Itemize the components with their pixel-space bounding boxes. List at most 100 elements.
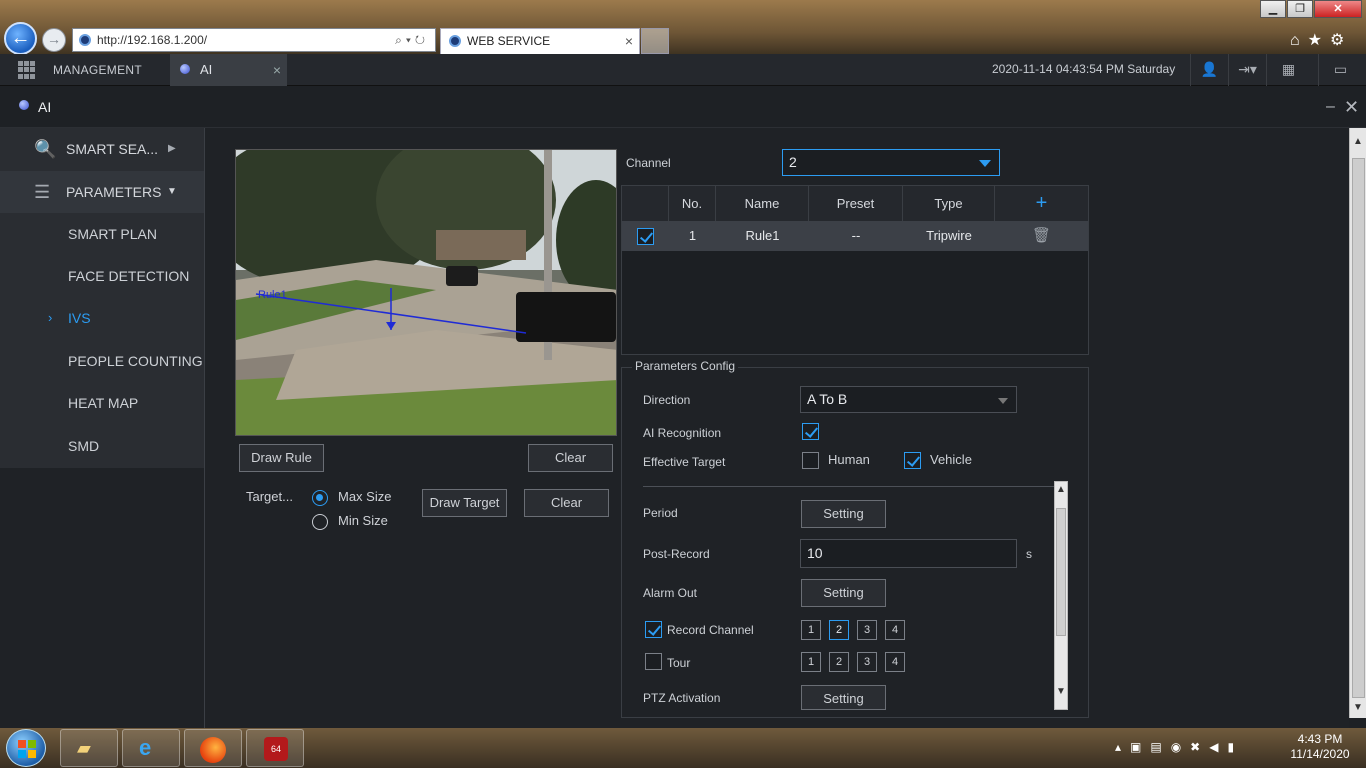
- table-row[interactable]: 1 Rule1 -- Tripwire 🗑: [622, 221, 1088, 251]
- ai-recognition-checkbox[interactable]: [802, 423, 819, 440]
- module-bar: AI – ✕: [0, 86, 1366, 128]
- minimize-window-button[interactable]: ▁: [1260, 0, 1286, 18]
- post-record-label: Post-Record: [643, 547, 710, 561]
- period-setting-button[interactable]: Setting: [801, 500, 886, 528]
- rule-preset: --: [851, 228, 861, 243]
- record-channel-1[interactable]: 1: [801, 620, 821, 640]
- scroll-thumb[interactable]: [1056, 508, 1066, 636]
- sidebar-item-face-detection[interactable]: FACE DETECTION: [0, 255, 204, 297]
- minimize-icon[interactable]: –: [1326, 86, 1335, 128]
- url-text: http://192.168.1.200/: [97, 33, 208, 47]
- tour-channel-2[interactable]: 2: [829, 652, 849, 672]
- ai-recognition-label: AI Recognition: [643, 426, 722, 440]
- vehicle-checkbox[interactable]: [904, 452, 921, 469]
- tab-ai-label: AI: [200, 62, 213, 77]
- close-icon[interactable]: ×: [273, 54, 281, 86]
- browser-tool-icons[interactable]: ⌂★⚙: [1290, 30, 1352, 50]
- sidebar-item-label: SMART SEA...: [66, 141, 159, 157]
- draw-target-button[interactable]: Draw Target: [422, 489, 507, 517]
- firefox-taskbar-icon[interactable]: [184, 729, 242, 767]
- apps-grid-icon[interactable]: [18, 61, 36, 79]
- page-scrollbar[interactable]: ▲ ▼: [1349, 128, 1366, 718]
- scroll-up-icon[interactable]: ▲: [1353, 136, 1363, 147]
- record-channel-label: Record Channel: [667, 623, 754, 637]
- app-64-taskbar-icon[interactable]: 64: [246, 729, 304, 767]
- add-rule-button[interactable]: +: [995, 186, 1088, 221]
- sidebar-parameters[interactable]: ☰ PARAMETERS ▼: [0, 171, 204, 213]
- effective-target-label: Effective Target: [643, 455, 726, 469]
- draw-rule-button[interactable]: Draw Rule: [239, 444, 324, 472]
- sidebar-item-people-counting[interactable]: PEOPLE COUNTING: [0, 340, 204, 382]
- scroll-thumb[interactable]: [1352, 158, 1365, 698]
- camera-preview[interactable]: Rule1: [235, 149, 617, 436]
- sidebar-item-heat-map[interactable]: HEAT MAP: [0, 382, 204, 424]
- divider: [643, 486, 1054, 487]
- max-size-radio[interactable]: [312, 490, 328, 506]
- close-window-button[interactable]: ✕: [1314, 0, 1362, 18]
- params-scrollbar[interactable]: ▲ ▼: [1054, 481, 1068, 710]
- explorer-taskbar-icon[interactable]: ▰: [60, 729, 118, 767]
- windows-logo-icon: [18, 740, 36, 758]
- tab-ai[interactable]: AI ×: [170, 54, 287, 86]
- direction-select[interactable]: A To B: [800, 386, 1017, 413]
- clear-rule-button[interactable]: Clear: [528, 444, 613, 472]
- tour-channel-4[interactable]: 4: [885, 652, 905, 672]
- address-bar[interactable]: http://192.168.1.200/ ⌕▾↻: [72, 28, 436, 52]
- record-channel-checkbox[interactable]: [645, 621, 662, 638]
- channel-label: Channel: [626, 156, 671, 170]
- channel-value: 2: [789, 154, 797, 170]
- ptz-activation-label: PTZ Activation: [643, 691, 721, 705]
- human-label: Human: [828, 452, 870, 467]
- chevron-right-icon: ▶: [168, 143, 176, 154]
- column-header-preset: Preset: [809, 186, 903, 221]
- rule-row-checkbox[interactable]: [637, 228, 654, 245]
- tour-channel-3[interactable]: 3: [857, 652, 877, 672]
- address-tools-icon[interactable]: ⌕▾↻: [395, 29, 429, 51]
- sidebar-smart-search[interactable]: 🔍 SMART SEA... ▶: [0, 128, 204, 170]
- record-channel-3[interactable]: 3: [857, 620, 877, 640]
- close-icon[interactable]: ✕: [1344, 86, 1359, 128]
- human-checkbox[interactable]: [802, 452, 819, 469]
- tour-checkbox[interactable]: [645, 653, 662, 670]
- post-record-input[interactable]: 10: [800, 539, 1017, 568]
- display-icon[interactable]: ▭: [1318, 54, 1362, 86]
- new-tab-button[interactable]: [641, 28, 669, 54]
- app-header: MANAGEMENT AI × 2020-11-14 04:43:54 PM S…: [0, 54, 1366, 86]
- rule-name: Rule1: [745, 228, 780, 243]
- forward-button[interactable]: →: [42, 28, 66, 52]
- sidebar-item-ivs[interactable]: › IVS: [0, 297, 204, 339]
- qr-code-icon[interactable]: ▦: [1266, 54, 1310, 86]
- trash-icon[interactable]: 🗑: [995, 221, 1088, 251]
- maximize-window-button[interactable]: ❐: [1287, 0, 1313, 18]
- tour-channel-1[interactable]: 1: [801, 652, 821, 672]
- clear-target-button[interactable]: Clear: [524, 489, 609, 517]
- close-tab-icon[interactable]: ×: [625, 29, 633, 53]
- user-icon[interactable]: 👤: [1190, 54, 1228, 86]
- column-header-type: Type: [903, 186, 995, 221]
- rule-overlay-label: Rule1: [258, 289, 287, 301]
- system-tray-icons[interactable]: ▴▣▤◉✖◀▮: [1115, 740, 1243, 754]
- scroll-up-icon[interactable]: ▲: [1055, 484, 1067, 495]
- channel-select[interactable]: 2: [782, 149, 1000, 176]
- alarm-out-label: Alarm Out: [643, 586, 698, 600]
- scroll-down-icon[interactable]: ▼: [1055, 686, 1067, 697]
- browser-tab-web-service[interactable]: WEB SERVICE ×: [440, 28, 640, 54]
- start-button[interactable]: [6, 729, 46, 767]
- rules-table: No. Name Preset Type + 1 Rule1 -- Tripwi…: [621, 185, 1089, 355]
- sidebar-item-smd[interactable]: SMD: [0, 425, 204, 467]
- period-label: Period: [643, 506, 678, 520]
- record-channel-4[interactable]: 4: [885, 620, 905, 640]
- record-channel-2[interactable]: 2: [829, 620, 849, 640]
- management-link[interactable]: MANAGEMENT: [53, 54, 142, 86]
- taskbar-clock[interactable]: 4:43 PM 11/14/2020: [1280, 732, 1360, 762]
- scroll-down-icon[interactable]: ▼: [1353, 702, 1363, 713]
- ptz-setting-button[interactable]: Setting: [801, 685, 886, 710]
- min-size-radio[interactable]: [312, 514, 328, 530]
- logout-icon[interactable]: ⇥▾: [1228, 54, 1266, 86]
- select-column-header: [622, 186, 669, 221]
- internet-explorer-taskbar-icon[interactable]: e: [122, 729, 180, 767]
- back-button[interactable]: ←: [4, 22, 37, 55]
- sidebar-item-smart-plan[interactable]: SMART PLAN: [0, 213, 204, 255]
- min-size-label: Min Size: [338, 513, 388, 528]
- alarm-out-setting-button[interactable]: Setting: [801, 579, 886, 607]
